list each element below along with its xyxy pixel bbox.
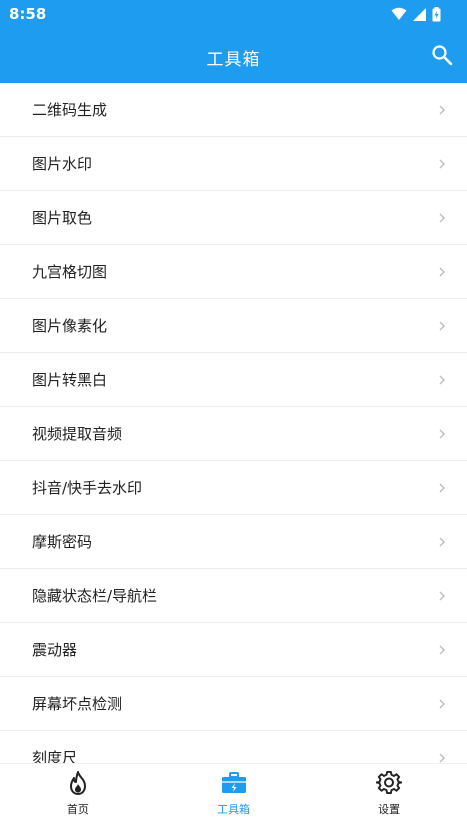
- chevron-right-icon: [439, 321, 445, 330]
- wifi-icon: [391, 7, 407, 20]
- app-bar: 工具箱: [0, 28, 467, 83]
- status-icons: [391, 6, 441, 22]
- list-item-label: 抖音/快手去水印: [32, 479, 143, 497]
- list-item-label: 图片像素化: [32, 317, 108, 335]
- chevron-right-icon: [439, 267, 445, 276]
- cellular-signal-icon: [413, 7, 426, 21]
- chevron-right-icon: [439, 375, 445, 384]
- list-item-label: 屏幕坏点检测: [32, 695, 123, 713]
- tab-label: 设置: [378, 803, 401, 816]
- chevron-right-icon: [439, 591, 445, 600]
- status-bar: 8:58: [0, 0, 467, 28]
- list-item-morse-code[interactable]: 摩斯密码: [0, 515, 467, 569]
- list-item-hide-bars[interactable]: 隐藏状态栏/导航栏: [0, 569, 467, 623]
- tab-settings[interactable]: 设置: [311, 764, 467, 831]
- list-item-vibrator[interactable]: 震动器: [0, 623, 467, 677]
- chevron-right-icon: [439, 645, 445, 654]
- list-item-label: 图片转黑白: [32, 371, 108, 389]
- list-item-qrcode[interactable]: 二维码生成: [0, 83, 467, 137]
- bottom-navigation: 首页 工具箱 设置: [0, 763, 467, 831]
- chevron-right-icon: [439, 699, 445, 708]
- fire-icon: [69, 771, 86, 795]
- tool-list: 二维码生成 图片水印 图片取色 九宫格切图 图片像素化 图片转黑白 视频提取音频…: [0, 83, 467, 763]
- chevron-right-icon: [439, 159, 445, 168]
- list-item-label: 九宫格切图: [32, 263, 108, 281]
- chevron-right-icon: [439, 483, 445, 492]
- chevron-right-icon: [439, 105, 445, 114]
- chevron-right-icon: [439, 213, 445, 222]
- list-item-pixelate[interactable]: 图片像素化: [0, 299, 467, 353]
- list-item-watermark[interactable]: 图片水印: [0, 137, 467, 191]
- list-item-grayscale[interactable]: 图片转黑白: [0, 353, 467, 407]
- list-item-label: 隐藏状态栏/导航栏: [32, 587, 158, 605]
- list-item-label: 震动器: [32, 641, 78, 659]
- tab-label: 工具箱: [217, 803, 250, 816]
- list-item-label: 二维码生成: [32, 101, 108, 119]
- toolbox-icon: [221, 772, 246, 793]
- chevron-right-icon: [439, 429, 445, 438]
- list-item-grid-cut[interactable]: 九宫格切图: [0, 245, 467, 299]
- chevron-right-icon: [439, 537, 445, 546]
- page-title: 工具箱: [206, 50, 261, 70]
- chevron-right-icon: [439, 753, 445, 762]
- tab-home[interactable]: 首页: [0, 764, 156, 831]
- list-item-extract-audio[interactable]: 视频提取音频: [0, 407, 467, 461]
- search-icon[interactable]: [431, 44, 453, 66]
- list-item-label: 图片取色: [32, 209, 93, 227]
- list-item-dead-pixel-test[interactable]: 屏幕坏点检测: [0, 677, 467, 731]
- tab-label: 首页: [66, 803, 89, 816]
- tab-toolbox[interactable]: 工具箱: [156, 764, 312, 831]
- list-item-color-picker[interactable]: 图片取色: [0, 191, 467, 245]
- list-item-label: 视频提取音频: [32, 425, 123, 443]
- list-item-label: 图片水印: [32, 155, 93, 173]
- list-item-ruler[interactable]: 刻度尺: [0, 731, 467, 763]
- list-item-label: 刻度尺: [32, 749, 78, 763]
- list-item-remove-watermark[interactable]: 抖音/快手去水印: [0, 461, 467, 515]
- battery-charging-icon: [432, 6, 441, 21]
- list-item-label: 摩斯密码: [32, 533, 93, 551]
- gear-icon: [376, 770, 403, 795]
- status-time: 8:58: [9, 5, 47, 23]
